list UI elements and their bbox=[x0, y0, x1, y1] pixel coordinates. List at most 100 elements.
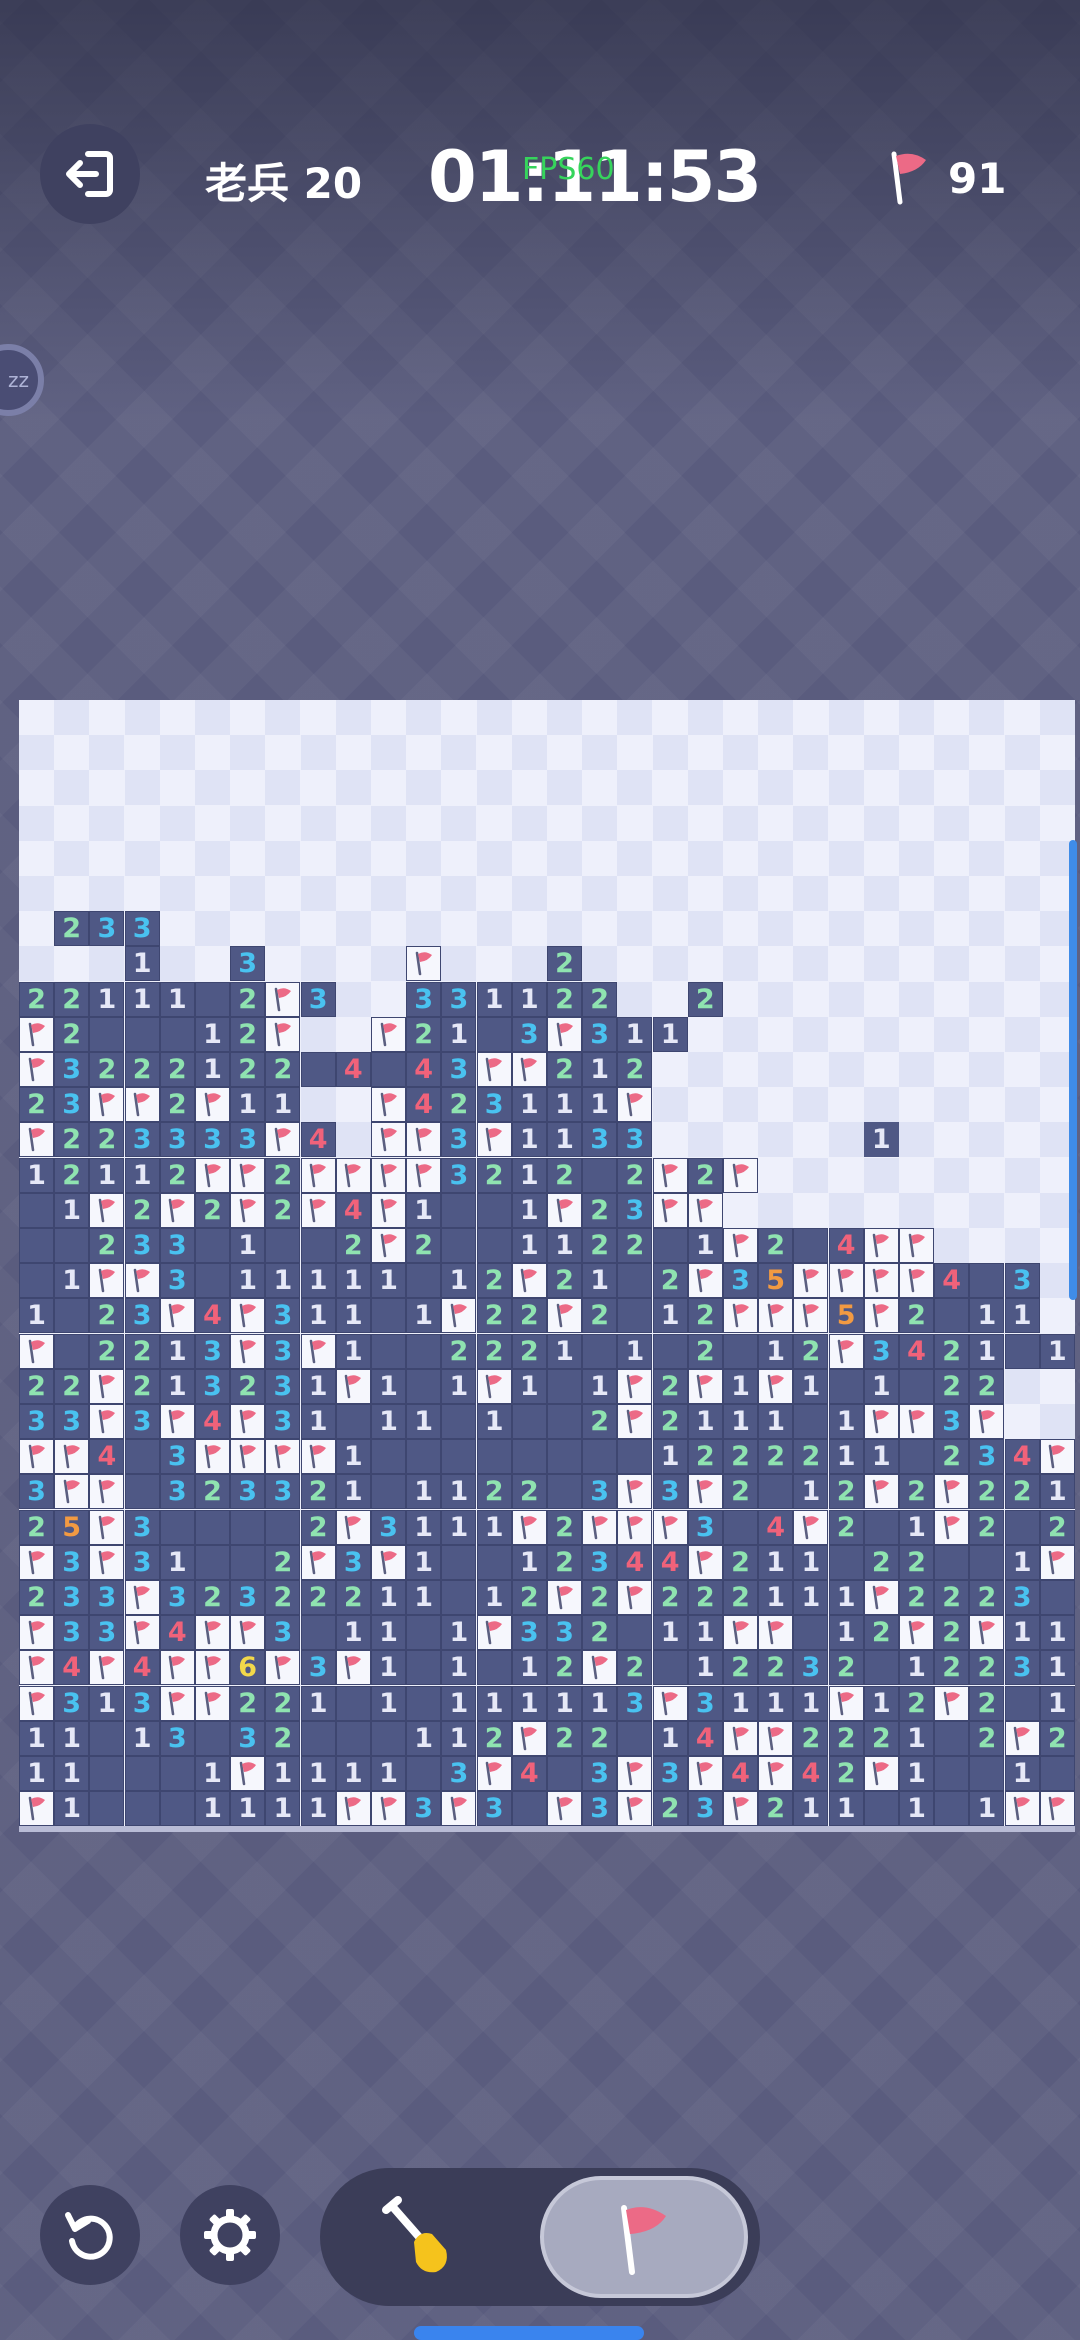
number-cell[interactable]: 2 bbox=[19, 1580, 54, 1615]
unrevealed-cell[interactable] bbox=[19, 876, 54, 911]
unrevealed-cell[interactable] bbox=[335, 981, 371, 1017]
number-cell[interactable]: 1 bbox=[441, 1509, 477, 1545]
number-cell[interactable]: 4 bbox=[687, 1720, 723, 1756]
unrevealed-cell[interactable] bbox=[371, 840, 406, 876]
unrevealed-cell[interactable] bbox=[441, 770, 477, 806]
empty-cell[interactable] bbox=[159, 1016, 195, 1052]
flagged-cell[interactable] bbox=[687, 1756, 723, 1791]
dig-mode-button[interactable] bbox=[340, 2172, 490, 2302]
flagged-cell[interactable] bbox=[863, 1298, 899, 1334]
unrevealed-cell[interactable] bbox=[793, 735, 829, 771]
number-cell[interactable]: 1 bbox=[406, 1404, 442, 1439]
unrevealed-cell[interactable] bbox=[335, 946, 371, 982]
number-cell[interactable]: 2 bbox=[124, 1192, 160, 1228]
number-cell[interactable]: 2 bbox=[511, 1333, 547, 1369]
unrevealed-cell[interactable] bbox=[934, 1157, 970, 1193]
unrevealed-cell[interactable] bbox=[617, 946, 653, 982]
empty-cell[interactable] bbox=[230, 1544, 266, 1580]
unrevealed-cell[interactable] bbox=[969, 1087, 1005, 1123]
unrevealed-cell[interactable] bbox=[511, 876, 547, 911]
empty-cell[interactable] bbox=[1004, 1333, 1040, 1369]
number-cell[interactable]: 2 bbox=[758, 1228, 794, 1263]
unrevealed-cell[interactable] bbox=[934, 1087, 970, 1123]
empty-cell[interactable] bbox=[441, 1580, 477, 1615]
number-cell[interactable]: 3 bbox=[371, 1509, 406, 1545]
number-cell[interactable]: 3 bbox=[1004, 1580, 1040, 1615]
flagged-cell[interactable] bbox=[476, 1122, 512, 1158]
number-cell[interactable]: 1 bbox=[19, 1157, 54, 1193]
unrevealed-cell[interactable] bbox=[582, 770, 618, 806]
number-cell[interactable]: 1 bbox=[441, 1263, 477, 1299]
number-cell[interactable]: 1 bbox=[441, 1650, 477, 1686]
flagged-cell[interactable] bbox=[687, 1263, 723, 1299]
unrevealed-cell[interactable] bbox=[300, 876, 336, 911]
unrevealed-cell[interactable] bbox=[758, 840, 794, 876]
empty-cell[interactable] bbox=[934, 1544, 970, 1580]
empty-cell[interactable] bbox=[371, 1052, 406, 1087]
number-cell[interactable]: 1 bbox=[300, 1685, 336, 1721]
unrevealed-cell[interactable] bbox=[124, 840, 160, 876]
number-cell[interactable]: 1 bbox=[617, 1333, 653, 1369]
number-cell[interactable]: 3 bbox=[441, 981, 477, 1017]
empty-cell[interactable] bbox=[511, 1404, 547, 1439]
unrevealed-cell[interactable] bbox=[758, 911, 794, 947]
number-cell[interactable]: 3 bbox=[89, 1580, 125, 1615]
unrevealed-cell[interactable] bbox=[828, 770, 864, 806]
number-cell[interactable]: 2 bbox=[793, 1333, 829, 1369]
empty-cell[interactable] bbox=[300, 1228, 336, 1263]
number-cell[interactable]: 1 bbox=[863, 1439, 899, 1475]
empty-cell[interactable] bbox=[547, 1404, 582, 1439]
number-cell[interactable]: 2 bbox=[547, 1157, 582, 1193]
number-cell[interactable]: 2 bbox=[582, 1192, 618, 1228]
number-cell[interactable]: 3 bbox=[159, 1439, 195, 1475]
flagged-cell[interactable] bbox=[476, 1615, 512, 1651]
number-cell[interactable]: 1 bbox=[1004, 1615, 1040, 1651]
empty-cell[interactable] bbox=[969, 1756, 1005, 1791]
number-cell[interactable]: 3 bbox=[159, 1474, 195, 1510]
minefield-board[interactable]: 2331322211123331122221221331132221224432… bbox=[19, 700, 1075, 1826]
number-cell[interactable]: 1 bbox=[687, 1228, 723, 1263]
empty-cell[interactable] bbox=[723, 1333, 758, 1369]
empty-cell[interactable] bbox=[124, 1756, 160, 1791]
empty-cell[interactable] bbox=[617, 1263, 653, 1299]
unrevealed-cell[interactable] bbox=[582, 735, 618, 771]
number-cell[interactable]: 3 bbox=[511, 1016, 547, 1052]
number-cell[interactable]: 2 bbox=[265, 1544, 301, 1580]
number-cell[interactable]: 2 bbox=[758, 1650, 794, 1686]
empty-cell[interactable] bbox=[89, 1016, 125, 1052]
flagged-cell[interactable] bbox=[969, 1404, 1005, 1439]
unrevealed-cell[interactable] bbox=[617, 981, 653, 1017]
unrevealed-cell[interactable] bbox=[758, 946, 794, 982]
unrevealed-cell[interactable] bbox=[969, 1228, 1005, 1263]
unrevealed-cell[interactable] bbox=[863, 911, 899, 947]
flagged-cell[interactable] bbox=[617, 1474, 653, 1510]
unrevealed-cell[interactable] bbox=[652, 805, 688, 841]
unrevealed-cell[interactable] bbox=[1039, 700, 1075, 735]
number-cell[interactable]: 2 bbox=[124, 1368, 160, 1404]
number-cell[interactable]: 2 bbox=[828, 1650, 864, 1686]
unrevealed-cell[interactable] bbox=[617, 840, 653, 876]
unrevealed-cell[interactable] bbox=[195, 946, 230, 982]
unrevealed-cell[interactable] bbox=[335, 700, 371, 735]
unrevealed-cell[interactable] bbox=[969, 840, 1005, 876]
unrevealed-cell[interactable] bbox=[617, 770, 653, 806]
number-cell[interactable]: 3 bbox=[19, 1404, 54, 1439]
number-cell[interactable]: 1 bbox=[54, 1192, 90, 1228]
number-cell[interactable]: 1 bbox=[476, 1685, 512, 1721]
number-cell[interactable]: 1 bbox=[265, 1087, 301, 1123]
number-cell[interactable]: 2 bbox=[582, 1298, 618, 1334]
unrevealed-cell[interactable] bbox=[300, 1016, 336, 1052]
unrevealed-cell[interactable] bbox=[19, 805, 54, 841]
number-cell[interactable]: 3 bbox=[476, 1087, 512, 1123]
number-cell[interactable]: 1 bbox=[54, 1720, 90, 1756]
unrevealed-cell[interactable] bbox=[406, 805, 442, 841]
empty-cell[interactable] bbox=[476, 1228, 512, 1263]
unrevealed-cell[interactable] bbox=[793, 946, 829, 982]
number-cell[interactable]: 3 bbox=[89, 1615, 125, 1651]
flagged-cell[interactable] bbox=[899, 1615, 934, 1651]
number-cell[interactable]: 1 bbox=[723, 1368, 758, 1404]
unrevealed-cell[interactable] bbox=[1004, 1157, 1040, 1193]
flagged-cell[interactable] bbox=[54, 1474, 90, 1510]
unrevealed-cell[interactable] bbox=[406, 735, 442, 771]
flagged-cell[interactable] bbox=[547, 1298, 582, 1334]
